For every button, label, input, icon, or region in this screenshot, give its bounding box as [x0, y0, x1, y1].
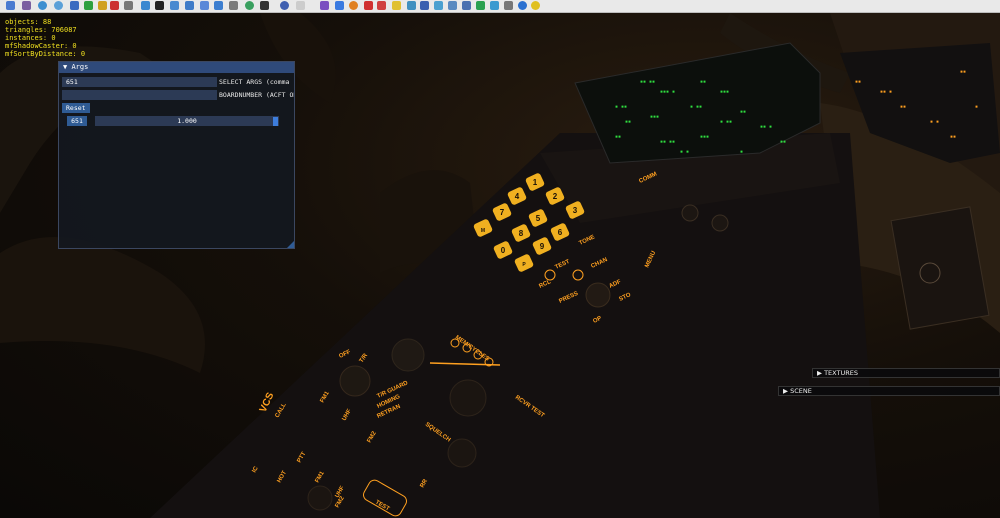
map-icon[interactable] — [170, 1, 179, 10]
svg-text:▪▪: ▪▪ — [700, 79, 706, 85]
args-window-title-bar[interactable]: ▼ Args — [59, 62, 294, 73]
boardnumber-label: BOARDNUMBER (ACFT ON — [219, 91, 294, 99]
arg-value-text: 1.000 — [177, 117, 197, 125]
textures-panel-header[interactable]: ▶ TEXTURES — [812, 368, 1000, 378]
green-box-icon[interactable] — [476, 1, 485, 10]
grid-icon[interactable] — [98, 1, 107, 10]
svg-text:▪▪ ▪▪: ▪▪ ▪▪ — [660, 139, 675, 145]
scene-panel-header[interactable]: ▶ SCENE — [778, 386, 1000, 396]
settings-icon[interactable] — [38, 1, 47, 10]
svg-text:▪: ▪ — [975, 104, 978, 110]
green-icon[interactable] — [84, 1, 93, 10]
scene-panel-title: SCENE — [790, 387, 812, 395]
svg-text:5: 5 — [536, 214, 541, 223]
svg-text:6: 6 — [558, 228, 563, 237]
svg-text:▪▪: ▪▪ — [855, 79, 861, 85]
expand-arrow-icon: ▶ — [783, 387, 788, 395]
table-icon[interactable] — [434, 1, 443, 10]
stats-sort-by-distance: mfSortByDistance: 0 — [5, 50, 86, 58]
svg-text:9: 9 — [540, 242, 545, 251]
light-icon[interactable] — [392, 1, 401, 10]
box-icon[interactable] — [407, 1, 416, 10]
svg-text:▪▪: ▪▪ — [900, 104, 906, 110]
svg-text:0: 0 — [501, 246, 506, 255]
moon-icon[interactable] — [280, 1, 289, 10]
camera-icon[interactable] — [420, 1, 429, 10]
tool-icon[interactable] — [490, 1, 499, 10]
svg-text:▪▪: ▪▪ — [625, 119, 631, 125]
monitor-icon[interactable] — [260, 1, 269, 10]
svg-text:▪▪▪: ▪▪▪ — [650, 114, 659, 120]
stats-overlay: objects: 88 triangles: 706087 instances:… — [5, 18, 85, 58]
svg-text:3: 3 — [573, 206, 578, 215]
refresh-icon[interactable] — [54, 1, 63, 10]
svg-text:M: M — [481, 228, 485, 234]
black-icon[interactable] — [155, 1, 164, 10]
svg-text:▪▪: ▪▪ — [780, 139, 786, 145]
stats-objects: objects: 88 — [5, 18, 52, 26]
chart-icon[interactable] — [320, 1, 329, 10]
bulb-icon[interactable] — [531, 1, 540, 10]
red-cube-icon[interactable] — [364, 1, 373, 10]
svg-text:4: 4 — [515, 192, 520, 201]
list-icon[interactable] — [462, 1, 471, 10]
svg-text:1: 1 — [533, 178, 538, 187]
expand-arrow-icon: ▶ — [817, 369, 822, 377]
svg-text:8: 8 — [519, 229, 524, 238]
args-window-title: Args — [71, 63, 89, 71]
nav-icon[interactable] — [185, 1, 194, 10]
svg-text:▪▪ ▪▪: ▪▪ ▪▪ — [640, 79, 655, 85]
svg-text:▪: ▪ — [740, 149, 743, 155]
resize-grip[interactable] — [287, 241, 294, 248]
args-window[interactable]: ▼ Args 651 SELECT ARGS (comma s BOARDNUM… — [58, 61, 295, 249]
stats-triangles: triangles: 706087 — [5, 26, 77, 34]
user-icon[interactable] — [70, 1, 79, 10]
select-args-label: SELECT ARGS (comma s — [219, 78, 294, 86]
circle-icon[interactable] — [349, 1, 358, 10]
layers-icon[interactable] — [448, 1, 457, 10]
textures-panel-title: TEXTURES — [824, 369, 858, 377]
svg-text:▪ ▪▪: ▪ ▪▪ — [615, 104, 627, 110]
stats-shadow-caster: mfShadowCaster: 0 — [5, 42, 77, 50]
gear-icon[interactable] — [124, 1, 133, 10]
capture-icon[interactable] — [22, 1, 31, 10]
image-icon[interactable] — [214, 1, 223, 10]
svg-text:▪▪: ▪▪ — [740, 109, 746, 115]
svg-text:▪▪▪: ▪▪▪ — [700, 134, 709, 140]
svg-text:▪ ▪▪: ▪ ▪▪ — [690, 104, 702, 110]
svg-text:▪▪: ▪▪ — [950, 134, 956, 140]
scene-viewport[interactable]: ▪▪ ▪▪ ▪▪▪ ▪ ▪ ▪▪ ▪ ▪▪ ▪▪ ▪▪▪ ▪ ▪▪ ▪▪ ▪▪ ▪ ▪▪▪ ▪… — [0, 13, 1000, 518]
app-toolbar — [0, 0, 1000, 13]
paint-icon[interactable] — [141, 1, 150, 10]
photo-icon[interactable] — [229, 1, 238, 10]
svg-text:▪▪ ▪: ▪▪ ▪ — [760, 124, 772, 130]
page-icon[interactable] — [296, 1, 305, 10]
cube-icon[interactable] — [335, 1, 344, 10]
palette-icon[interactable] — [245, 1, 254, 10]
info-icon[interactable] — [518, 1, 527, 10]
svg-text:▪▪▪: ▪▪▪ — [720, 89, 729, 95]
arg-id-label: 651 — [67, 116, 87, 126]
svg-text:▪ ▪: ▪ ▪ — [930, 119, 939, 125]
slider-grab-handle[interactable] — [273, 116, 278, 126]
svg-text:▪ ▪▪: ▪ ▪▪ — [720, 119, 732, 125]
select-args-input[interactable]: 651 — [62, 77, 217, 87]
svg-text:▪▪: ▪▪ — [960, 69, 966, 75]
collapse-arrow-icon[interactable]: ▼ — [63, 63, 67, 71]
svg-text:▪▪▪ ▪: ▪▪▪ ▪ — [660, 89, 675, 95]
svg-text:▪ ▪: ▪ ▪ — [680, 149, 689, 155]
svg-text:7: 7 — [500, 208, 505, 217]
stats-instances: instances: 0 — [5, 34, 56, 42]
app-icon[interactable] — [6, 1, 15, 10]
reset-button[interactable]: Reset — [62, 103, 90, 113]
svg-text:▪▪: ▪▪ — [615, 134, 621, 140]
svg-text:2: 2 — [553, 192, 558, 201]
svg-text:▪▪ ▪: ▪▪ ▪ — [880, 89, 892, 95]
arg-value-slider[interactable]: 1.000 — [95, 116, 279, 126]
folder-icon[interactable] — [200, 1, 209, 10]
keyboard-icon[interactable] — [504, 1, 513, 10]
tag-icon[interactable] — [377, 1, 386, 10]
boardnumber-input[interactable] — [62, 90, 217, 100]
stripes-icon[interactable] — [110, 1, 119, 10]
